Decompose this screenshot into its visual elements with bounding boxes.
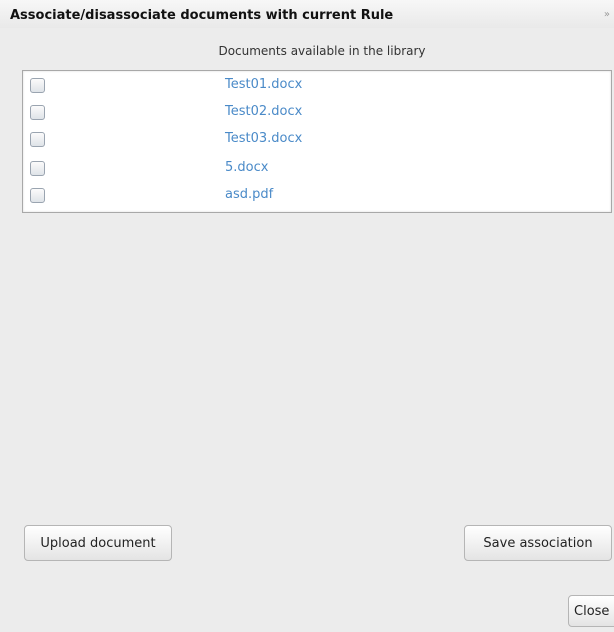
document-link[interactable]: Test03.docx bbox=[225, 131, 302, 146]
document-link[interactable]: Test02.docx bbox=[225, 104, 302, 119]
list-item: 5.docx bbox=[23, 156, 611, 183]
list-item: Test03.docx bbox=[23, 127, 611, 154]
dialog-title: Associate/disassociate documents with cu… bbox=[10, 8, 394, 23]
list-item: Test01.docx bbox=[23, 73, 611, 100]
upload-document-button[interactable]: Upload document bbox=[24, 525, 172, 561]
document-link[interactable]: Test01.docx bbox=[225, 77, 302, 92]
document-list: Test01.docx Test02.docx Test03.docx 5.do… bbox=[22, 70, 612, 213]
document-link[interactable]: asd.pdf bbox=[225, 187, 273, 202]
document-checkbox[interactable] bbox=[30, 105, 45, 120]
document-checkbox[interactable] bbox=[30, 188, 45, 203]
list-item: asd.pdf bbox=[23, 183, 611, 210]
library-caption: Documents available in the library bbox=[218, 44, 426, 58]
associate-documents-dialog: Associate/disassociate documents with cu… bbox=[0, 0, 614, 632]
save-association-button[interactable]: Save association bbox=[464, 525, 612, 561]
dialog-close-icon[interactable]: » bbox=[604, 9, 610, 20]
close-button[interactable]: Close bbox=[568, 595, 614, 627]
list-item: Test02.docx bbox=[23, 100, 611, 127]
document-checkbox[interactable] bbox=[30, 78, 45, 93]
document-checkbox[interactable] bbox=[30, 132, 45, 147]
document-checkbox[interactable] bbox=[30, 161, 45, 176]
dialog-title-bar: Associate/disassociate documents with cu… bbox=[0, 0, 614, 28]
document-link[interactable]: 5.docx bbox=[225, 160, 268, 175]
